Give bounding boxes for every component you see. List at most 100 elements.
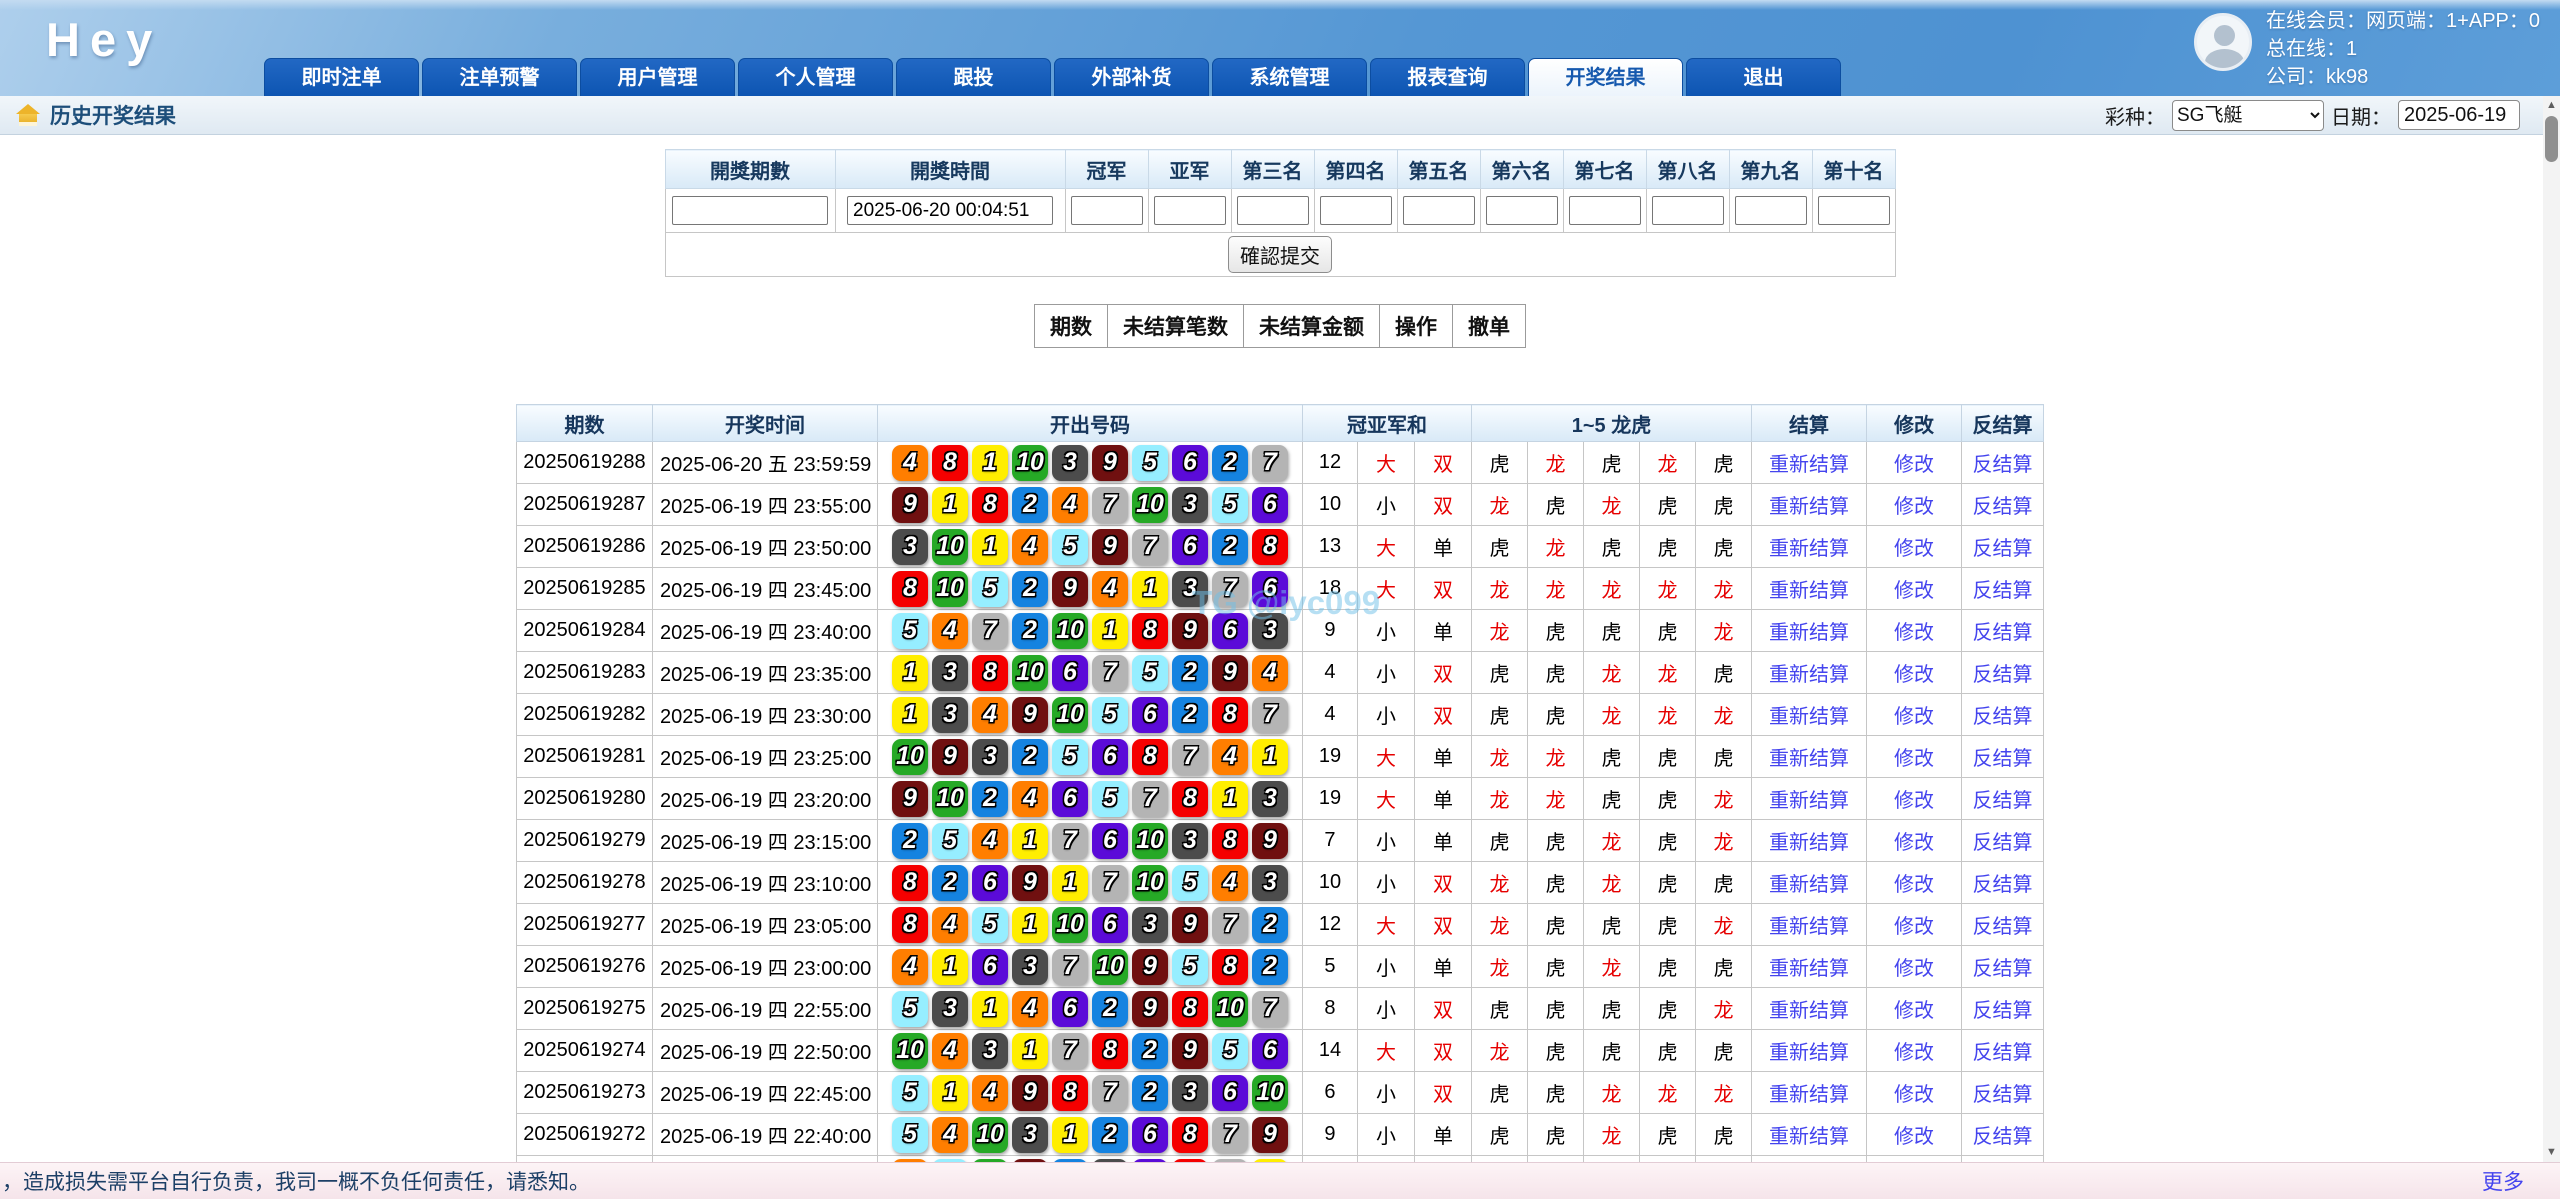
settle-link[interactable]: 重新结算 — [1769, 664, 1849, 686]
scroll-down-icon[interactable]: ▼ — [2543, 1144, 2560, 1161]
reverse-link[interactable]: 反结算 — [1973, 622, 2033, 644]
reverse-link[interactable]: 反结算 — [1973, 580, 2033, 602]
settle-link[interactable]: 重新结算 — [1769, 832, 1849, 854]
settle-link[interactable]: 重新结算 — [1769, 706, 1849, 728]
settle-link[interactable]: 重新结算 — [1769, 1042, 1849, 1064]
modify-link[interactable]: 修改 — [1894, 1000, 1934, 1022]
nav-tab[interactable]: 外部补货 — [1054, 58, 1209, 96]
vertical-scrollbar[interactable]: ▲ ▼ — [2543, 96, 2560, 1162]
settle-link[interactable]: 重新结算 — [1769, 958, 1849, 980]
form-period-input[interactable] — [672, 196, 828, 225]
reverse-link[interactable]: 反结算 — [1973, 1084, 2033, 1106]
number-ball: 4 — [1252, 655, 1288, 691]
nav-tab[interactable]: 开奖结果 — [1528, 58, 1683, 96]
reverse-link[interactable]: 反结算 — [1973, 496, 2033, 518]
settle-link[interactable]: 重新结算 — [1769, 580, 1849, 602]
reverse-link[interactable]: 反结算 — [1973, 706, 2033, 728]
reverse-link[interactable]: 反结算 — [1973, 790, 2033, 812]
reverse-link[interactable]: 反结算 — [1973, 958, 2033, 980]
modify-link[interactable]: 修改 — [1894, 874, 1934, 896]
lottery-select[interactable]: SG飞艇 — [2172, 100, 2324, 131]
modify-link[interactable]: 修改 — [1894, 454, 1934, 476]
reverse-link-cell: 反结算 — [1962, 946, 2044, 988]
modify-link[interactable]: 修改 — [1894, 622, 1934, 644]
modify-link[interactable]: 修改 — [1894, 790, 1934, 812]
form-rank-input-5[interactable] — [1403, 196, 1475, 225]
settle-link[interactable]: 重新结算 — [1769, 622, 1849, 644]
form-rank-input-9[interactable] — [1735, 196, 1807, 225]
date-input[interactable] — [2398, 100, 2520, 130]
scrollbar-thumb[interactable] — [2545, 116, 2558, 162]
form-rank-input-2[interactable] — [1154, 196, 1226, 225]
settle-link[interactable]: 重新结算 — [1769, 874, 1849, 896]
dragon-tiger-cell: 龙 — [1471, 568, 1527, 610]
nav-tab[interactable]: 个人管理 — [738, 58, 893, 96]
app-header: Hey 即时注单注单预警用户管理个人管理跟投外部补货系统管理报表查询开奖结果退出… — [0, 0, 2560, 96]
number-ball: 9 — [892, 781, 928, 817]
reverse-link[interactable]: 反结算 — [1973, 1000, 2033, 1022]
scroll-up-icon[interactable]: ▲ — [2543, 97, 2560, 114]
form-rank-input-10[interactable] — [1818, 196, 1890, 225]
number-ball: 8 — [1092, 1033, 1128, 1069]
modify-link[interactable]: 修改 — [1894, 916, 1934, 938]
modify-link[interactable]: 修改 — [1894, 580, 1934, 602]
form-time-input[interactable] — [847, 196, 1053, 225]
number-ball: 10 — [1052, 613, 1088, 649]
reverse-link[interactable]: 反结算 — [1973, 1042, 2033, 1064]
settle-link[interactable]: 重新结算 — [1769, 790, 1849, 812]
number-ball: 2 — [1172, 697, 1208, 733]
modify-link[interactable]: 修改 — [1894, 832, 1934, 854]
reverse-link[interactable]: 反结算 — [1973, 748, 2033, 770]
result-row: 202506192722025-06-19 四 22:40:0054103126… — [516, 1114, 2043, 1156]
size-cell: 小 — [1357, 820, 1414, 862]
form-rank-input-8[interactable] — [1652, 196, 1724, 225]
settle-link[interactable]: 重新结算 — [1769, 1084, 1849, 1106]
modify-link[interactable]: 修改 — [1894, 664, 1934, 686]
modify-link[interactable]: 修改 — [1894, 538, 1934, 560]
reverse-link[interactable]: 反结算 — [1973, 1126, 2033, 1148]
modify-link[interactable]: 修改 — [1894, 496, 1934, 518]
reverse-link[interactable]: 反结算 — [1973, 832, 2033, 854]
settle-link[interactable]: 重新结算 — [1769, 1126, 1849, 1148]
form-rank-input-6[interactable] — [1486, 196, 1558, 225]
form-rank-input-1[interactable] — [1071, 196, 1143, 225]
confirm-submit-button[interactable]: 確認提交 — [1228, 236, 1332, 273]
dragon-tiger-cell: 虎 — [1639, 820, 1695, 862]
reverse-link[interactable]: 反结算 — [1973, 664, 2033, 686]
number-ball: 10 — [1092, 949, 1128, 985]
settle-link[interactable]: 重新结算 — [1769, 538, 1849, 560]
nav-tab[interactable]: 跟投 — [896, 58, 1051, 96]
modify-link[interactable]: 修改 — [1894, 1084, 1934, 1106]
number-ball: 4 — [932, 1033, 968, 1069]
settle-link[interactable]: 重新结算 — [1769, 1000, 1849, 1022]
form-rank-input-4[interactable] — [1320, 196, 1392, 225]
number-ball: 7 — [1052, 949, 1088, 985]
number-ball: 3 — [1252, 613, 1288, 649]
settle-link[interactable]: 重新结算 — [1769, 748, 1849, 770]
nav-tab[interactable]: 用户管理 — [580, 58, 735, 96]
nav-tab[interactable]: 系统管理 — [1212, 58, 1367, 96]
modify-link[interactable]: 修改 — [1894, 748, 1934, 770]
nav-tab[interactable]: 报表查询 — [1370, 58, 1525, 96]
number-ball: 1 — [1212, 781, 1248, 817]
nav-tab[interactable]: 即时注单 — [264, 58, 419, 96]
modify-link[interactable]: 修改 — [1894, 706, 1934, 728]
modify-link[interactable]: 修改 — [1894, 1126, 1934, 1148]
more-link[interactable]: 更多 — [2482, 1166, 2524, 1196]
reverse-link[interactable]: 反结算 — [1973, 538, 2033, 560]
modify-link[interactable]: 修改 — [1894, 958, 1934, 980]
form-rank-input-7[interactable] — [1569, 196, 1641, 225]
form-rank-input-3[interactable] — [1237, 196, 1309, 225]
settle-link[interactable]: 重新结算 — [1769, 454, 1849, 476]
reverse-link[interactable]: 反结算 — [1973, 874, 2033, 896]
result-row: 202506192842025-06-19 四 23:40:0054721018… — [516, 610, 2043, 652]
settle-link[interactable]: 重新结算 — [1769, 916, 1849, 938]
reverse-link[interactable]: 反结算 — [1973, 916, 2033, 938]
number-ball: 9 — [1252, 1117, 1288, 1153]
nav-tab[interactable]: 注单预警 — [422, 58, 577, 96]
modify-link[interactable]: 修改 — [1894, 1042, 1934, 1064]
settle-link[interactable]: 重新结算 — [1769, 496, 1849, 518]
result-row: 202506192852025-06-19 四 23:45:0081052941… — [516, 568, 2043, 610]
reverse-link[interactable]: 反结算 — [1973, 454, 2033, 476]
nav-tab[interactable]: 退出 — [1686, 58, 1841, 96]
